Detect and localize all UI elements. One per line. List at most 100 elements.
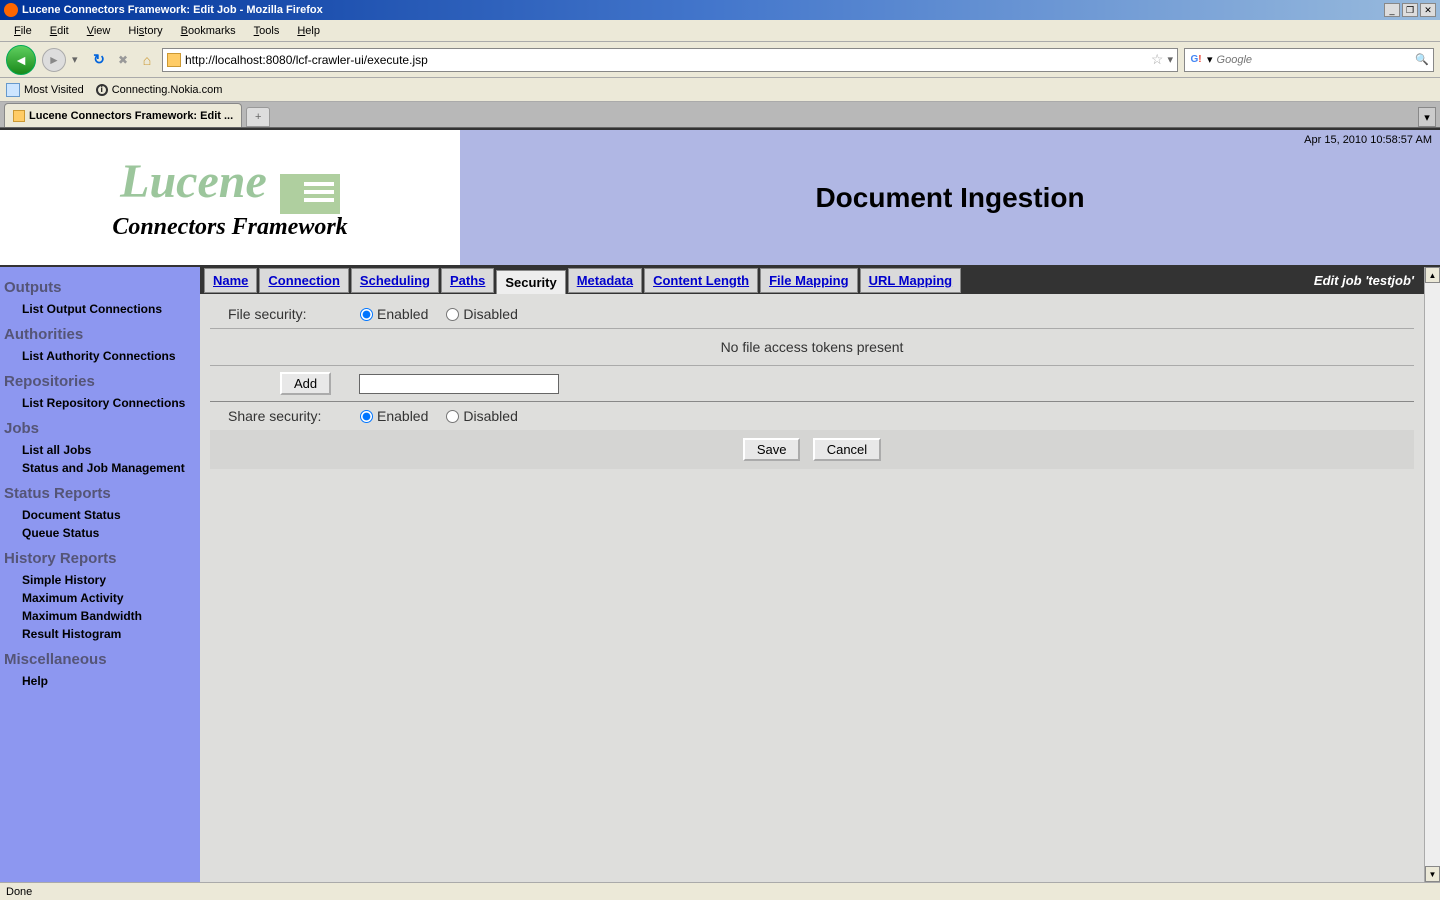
sidebar-link-max-bandwidth[interactable]: Maximum Bandwidth — [2, 607, 198, 625]
back-button[interactable]: ◄ — [6, 45, 36, 75]
content-area: Name Connection Scheduling Paths Securit… — [200, 267, 1424, 882]
stop-icon[interactable]: ✖ — [114, 51, 132, 69]
sidebar-link-list-output[interactable]: List Output Connections — [2, 300, 198, 318]
reload-icon[interactable]: ↻ — [90, 51, 108, 69]
page-timestamp: Apr 15, 2010 10:58:57 AM — [1304, 134, 1432, 146]
file-security-label: File security: — [210, 306, 360, 322]
menu-help[interactable]: Help — [289, 23, 328, 39]
cancel-button[interactable]: Cancel — [813, 438, 881, 461]
window-titlebar: Lucene Connectors Framework: Edit Job - … — [0, 0, 1440, 20]
browser-tab[interactable]: Lucene Connectors Framework: Edit ... — [4, 103, 242, 127]
menu-bookmarks[interactable]: Bookmarks — [173, 23, 244, 39]
address-bar[interactable]: ☆ ▾ — [162, 48, 1178, 72]
banner: Apr 15, 2010 10:58:57 AM Document Ingest… — [460, 130, 1440, 265]
new-tab-button[interactable]: + — [246, 107, 270, 127]
bookmarks-toolbar: Most Visited i Connecting.Nokia.com — [0, 78, 1440, 102]
page-header: Lucene Connectors Framework Apr 15, 2010… — [0, 130, 1440, 267]
tab-scheduling[interactable]: Scheduling — [351, 268, 439, 293]
content-tab-strip: Name Connection Scheduling Paths Securit… — [200, 267, 1424, 294]
bookmark-label: Most Visited — [24, 84, 84, 96]
no-tokens-message: No file access tokens present — [210, 329, 1414, 366]
home-icon[interactable]: ⌂ — [138, 51, 156, 69]
scroll-up-icon[interactable]: ▲ — [1425, 267, 1440, 283]
sidebar-link-list-repository[interactable]: List Repository Connections — [2, 394, 198, 412]
bookmark-star-icon[interactable]: ☆ — [1151, 51, 1164, 68]
url-input[interactable] — [185, 53, 1147, 67]
tab-security[interactable]: Security — [496, 270, 565, 294]
search-box[interactable]: G!▾ 🔍 — [1184, 48, 1434, 72]
sidebar-heading-outputs: Outputs — [2, 271, 198, 300]
add-token-row: Add — [210, 366, 1414, 402]
tab-connection[interactable]: Connection — [259, 268, 349, 293]
restore-button[interactable]: ❐ — [1402, 3, 1418, 17]
vertical-scrollbar[interactable]: ▲ ▼ — [1424, 267, 1440, 882]
bookmark-most-visited[interactable]: Most Visited — [6, 83, 84, 97]
share-security-enabled[interactable]: Enabled — [360, 408, 428, 424]
most-visited-icon — [6, 83, 20, 97]
radio-file-enabled[interactable] — [360, 308, 373, 321]
window-title: Lucene Connectors Framework: Edit Job - … — [22, 4, 1384, 16]
menu-view[interactable]: View — [79, 23, 119, 39]
menu-file[interactable]: File — [6, 23, 40, 39]
sidebar-link-help[interactable]: Help — [2, 672, 198, 690]
bookmark-nokia[interactable]: i Connecting.Nokia.com — [96, 84, 223, 96]
info-icon: i — [96, 84, 108, 96]
file-security-disabled[interactable]: Disabled — [446, 306, 517, 322]
sidebar-link-list-jobs[interactable]: List all Jobs — [2, 441, 198, 459]
save-button[interactable]: Save — [743, 438, 801, 461]
radio-share-enabled[interactable] — [360, 410, 373, 423]
logo-subtitle: Connectors Framework — [112, 214, 347, 241]
sidebar-heading-jobs: Jobs — [2, 412, 198, 441]
tab-name[interactable]: Name — [204, 268, 257, 293]
page-body: Outputs List Output Connections Authorit… — [0, 267, 1440, 882]
search-icon[interactable]: 🔍 — [1415, 53, 1429, 66]
menu-bar: File Edit View History Bookmarks Tools H… — [0, 20, 1440, 42]
close-button[interactable]: ✕ — [1420, 3, 1436, 17]
sidebar-heading-authorities: Authorities — [2, 318, 198, 347]
radio-file-disabled[interactable] — [446, 308, 459, 321]
menu-history[interactable]: History — [120, 23, 170, 39]
sidebar-link-status-jobs[interactable]: Status and Job Management — [2, 459, 198, 477]
status-bar: Done — [0, 882, 1440, 900]
menu-tools[interactable]: Tools — [246, 23, 288, 39]
sidebar-link-document-status[interactable]: Document Status — [2, 506, 198, 524]
url-dropdown-icon[interactable]: ▾ — [1167, 53, 1173, 66]
search-input[interactable] — [1217, 54, 1412, 66]
tab-favicon-icon — [13, 110, 25, 122]
share-security-disabled[interactable]: Disabled — [446, 408, 517, 424]
tab-content-length[interactable]: Content Length — [644, 268, 758, 293]
radio-share-disabled[interactable] — [446, 410, 459, 423]
sidebar-link-result-histogram[interactable]: Result Histogram — [2, 625, 198, 643]
tab-list-button[interactable]: ▾ — [1418, 107, 1436, 127]
status-text: Done — [6, 886, 32, 898]
navigation-toolbar: ◄ ► ▾ ↻ ✖ ⌂ ☆ ▾ G!▾ 🔍 — [0, 42, 1440, 78]
file-security-enabled[interactable]: Enabled — [360, 306, 428, 322]
sidebar-link-queue-status[interactable]: Queue Status — [2, 524, 198, 542]
share-security-row: Share security: Enabled Disabled — [210, 402, 1414, 430]
sidebar-link-simple-history[interactable]: Simple History — [2, 571, 198, 589]
sidebar: Outputs List Output Connections Authorit… — [0, 267, 200, 882]
sidebar-link-list-authority[interactable]: List Authority Connections — [2, 347, 198, 365]
forward-button: ► — [42, 48, 66, 72]
tab-label: Lucene Connectors Framework: Edit ... — [29, 110, 233, 122]
google-icon[interactable]: G! — [1189, 53, 1203, 67]
file-security-row: File security: Enabled Disabled — [210, 300, 1414, 329]
scroll-down-icon[interactable]: ▼ — [1425, 866, 1440, 882]
page-title: Document Ingestion — [815, 182, 1084, 214]
token-input[interactable] — [359, 374, 559, 394]
tab-paths[interactable]: Paths — [441, 268, 494, 293]
sidebar-heading-repositories: Repositories — [2, 365, 198, 394]
scroll-track[interactable] — [1425, 283, 1440, 866]
sidebar-link-max-activity[interactable]: Maximum Activity — [2, 589, 198, 607]
logo-area: Lucene Connectors Framework — [0, 130, 460, 265]
logo-text: Lucene — [120, 155, 267, 208]
minimize-button[interactable]: _ — [1384, 3, 1400, 17]
tab-file-mapping[interactable]: File Mapping — [760, 268, 857, 293]
tab-url-mapping[interactable]: URL Mapping — [860, 268, 962, 293]
menu-edit[interactable]: Edit — [42, 23, 77, 39]
add-button[interactable]: Add — [280, 372, 331, 395]
page-viewport: Lucene Connectors Framework Apr 15, 2010… — [0, 128, 1440, 882]
history-dropdown[interactable]: ▾ — [72, 53, 84, 66]
tab-metadata[interactable]: Metadata — [568, 268, 642, 293]
security-form: File security: Enabled Disabled No file … — [200, 294, 1424, 475]
